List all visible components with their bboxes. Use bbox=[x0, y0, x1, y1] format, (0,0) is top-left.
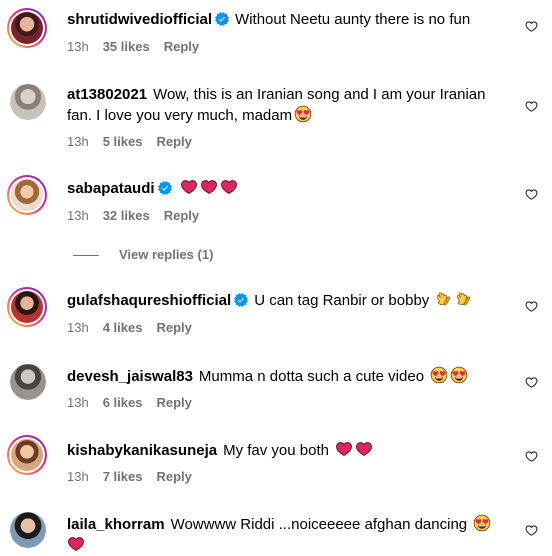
comment-text: devesh_jaiswal83 Mumma n dotta such a cut… bbox=[67, 366, 512, 387]
avatar[interactable] bbox=[7, 175, 47, 215]
verified-badge-icon bbox=[215, 12, 229, 26]
likes-count[interactable]: 4 likes bbox=[103, 320, 143, 335]
reply-button[interactable]: Reply bbox=[156, 395, 191, 410]
comment-body: Without Neetu aunty there is no fun bbox=[235, 11, 471, 28]
verified-badge-icon bbox=[234, 293, 248, 307]
username-link[interactable]: devesh_jaiswal83 bbox=[67, 368, 193, 385]
username-link[interactable]: shrutidwivediofficial bbox=[67, 11, 212, 28]
divider bbox=[73, 255, 99, 257]
heart-eyes-emoji-icon bbox=[450, 366, 468, 384]
comment-meta: 13h 7 likes Reply bbox=[67, 468, 206, 486]
username-link[interactable]: kishabykanikasuneja bbox=[67, 442, 217, 459]
clap-emoji-icon bbox=[435, 290, 453, 308]
comment-body: My fav you both bbox=[223, 442, 329, 459]
heart-outline-icon[interactable] bbox=[525, 188, 538, 201]
timestamp[interactable]: 13h bbox=[67, 208, 89, 223]
comment-text: shrutidwivediofficial Without Neetu aunty… bbox=[67, 10, 512, 30]
clap-emoji-icon bbox=[455, 290, 473, 308]
likes-count[interactable]: 35 likes bbox=[103, 39, 150, 54]
heart-emoji-icon bbox=[355, 440, 373, 458]
timestamp[interactable]: 13h bbox=[67, 469, 89, 484]
comment-body: Wowwww Riddi ...noiceeeee afghan dancing bbox=[170, 516, 468, 533]
timestamp[interactable]: 13h bbox=[67, 39, 89, 54]
avatar[interactable] bbox=[10, 364, 46, 400]
likes-count[interactable]: 5 likes bbox=[103, 134, 143, 149]
comment-meta: 13h 32 likes Reply bbox=[67, 207, 213, 225]
heart-outline-icon[interactable] bbox=[525, 100, 538, 113]
avatar[interactable] bbox=[7, 435, 47, 475]
avatar[interactable] bbox=[10, 512, 46, 548]
comment-body: Mumma n dotta such a cute video bbox=[198, 368, 425, 385]
heart-outline-icon[interactable] bbox=[525, 524, 538, 537]
verified-badge-icon bbox=[158, 181, 172, 195]
username-link[interactable]: sabapataudi bbox=[67, 180, 155, 197]
username-link[interactable]: laila_khorram bbox=[67, 516, 165, 533]
comment-meta: 13h 35 likes Reply bbox=[67, 38, 213, 56]
likes-count[interactable]: 7 likes bbox=[103, 469, 143, 484]
heart-emoji-icon bbox=[220, 178, 238, 196]
likes-count[interactable]: 6 likes bbox=[103, 395, 143, 410]
heart-outline-icon[interactable] bbox=[525, 20, 538, 33]
heart-outline-icon[interactable] bbox=[525, 376, 538, 389]
heart-emoji-icon bbox=[200, 178, 218, 196]
comment-body: U can tag Ranbir or bobby bbox=[254, 292, 430, 309]
reply-button[interactable]: Reply bbox=[156, 134, 191, 149]
heart-eyes-emoji-icon bbox=[473, 514, 491, 532]
comment-text: gulafshaqureshiofficial U can tag Ranbir … bbox=[67, 290, 512, 311]
reply-button[interactable]: Reply bbox=[164, 39, 199, 54]
view-replies-button[interactable]: View replies (1) bbox=[67, 246, 213, 264]
heart-eyes-emoji-icon bbox=[294, 105, 312, 123]
avatar[interactable] bbox=[7, 287, 47, 327]
heart-emoji-icon bbox=[180, 178, 198, 196]
avatar[interactable] bbox=[7, 8, 47, 48]
timestamp[interactable]: 13h bbox=[67, 320, 89, 335]
reply-button[interactable]: Reply bbox=[156, 320, 191, 335]
username-link[interactable]: gulafshaqureshiofficial bbox=[67, 292, 231, 309]
comment-text: at13802021 Wow, this is an Iranian song a… bbox=[67, 85, 512, 126]
heart-emoji-icon bbox=[67, 535, 85, 553]
likes-count[interactable]: 32 likes bbox=[103, 208, 150, 223]
comment-meta: 13h 5 likes Reply bbox=[67, 133, 206, 151]
comment-text: laila_khorram Wowwww Riddi ...noiceeeee a… bbox=[67, 514, 512, 556]
comment-meta: 13h 6 likes Reply bbox=[67, 394, 206, 412]
heart-emoji-icon bbox=[335, 440, 353, 458]
username-link[interactable]: at13802021 bbox=[67, 86, 147, 103]
timestamp[interactable]: 13h bbox=[67, 134, 89, 149]
comment-meta: 13h 4 likes Reply bbox=[67, 319, 206, 337]
avatar[interactable] bbox=[10, 84, 46, 120]
reply-button[interactable]: Reply bbox=[156, 469, 191, 484]
reply-button[interactable]: Reply bbox=[164, 208, 199, 223]
comment-text: kishabykanikasuneja My fav you both bbox=[67, 440, 512, 461]
comment-text: sabapataudi bbox=[67, 178, 512, 199]
heart-outline-icon[interactable] bbox=[525, 450, 538, 463]
heart-eyes-emoji-icon bbox=[430, 366, 448, 384]
timestamp[interactable]: 13h bbox=[67, 395, 89, 410]
heart-outline-icon[interactable] bbox=[525, 300, 538, 313]
